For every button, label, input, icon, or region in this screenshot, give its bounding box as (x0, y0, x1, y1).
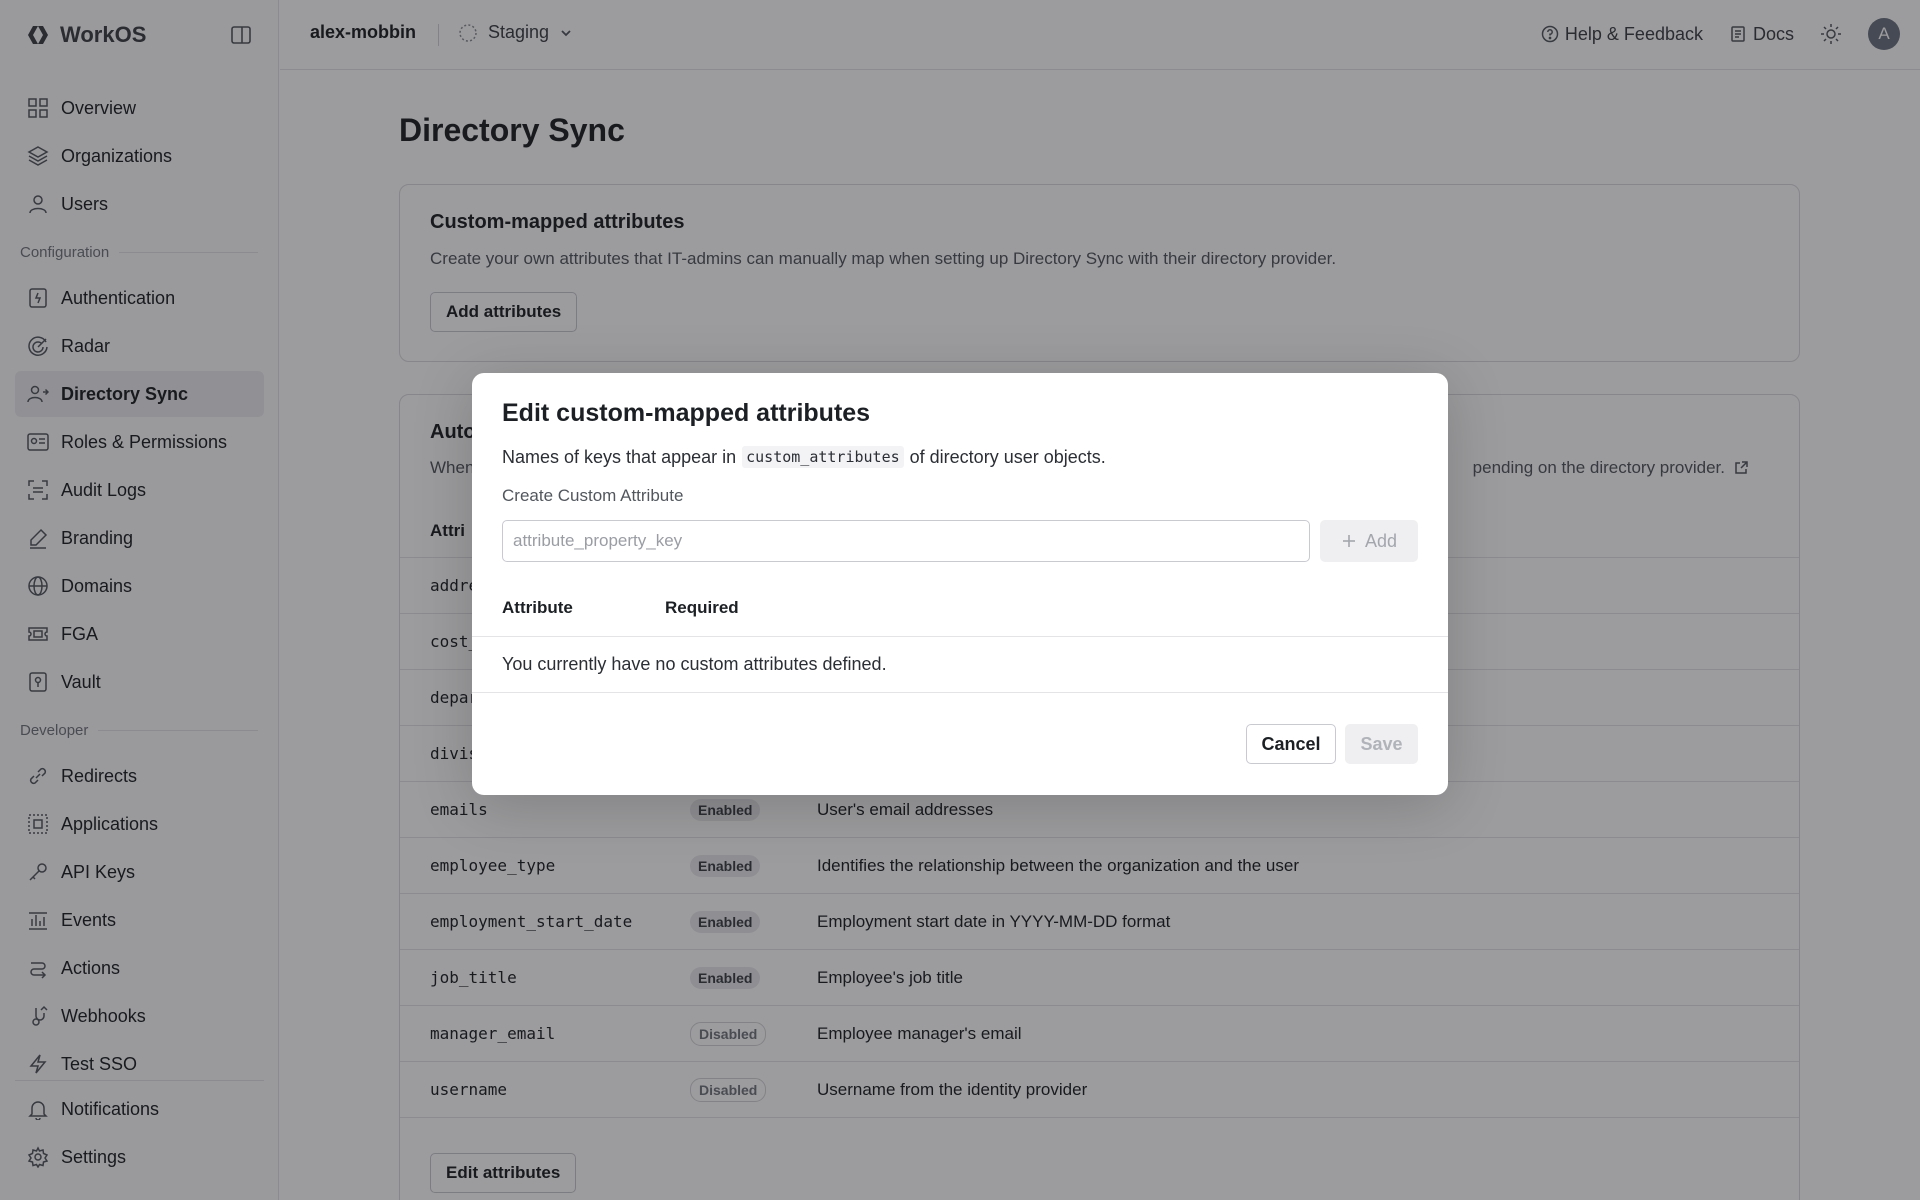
modal-title: Edit custom-mapped attributes (502, 399, 871, 427)
attribute-key-input[interactable] (502, 520, 1310, 562)
description-text: of directory user objects. (909, 446, 1106, 467)
save-button[interactable]: Save (1345, 724, 1418, 764)
plus-icon (1342, 535, 1355, 547)
empty-state-text: You currently have no custom attributes … (502, 654, 887, 674)
cancel-button[interactable]: Cancel (1246, 724, 1336, 764)
add-attribute-button[interactable]: Add (1320, 520, 1418, 562)
attribute-column-header: Attribute (502, 598, 573, 617)
edit-attributes-modal: Edit custom-mapped attributes Names of k… (472, 373, 1448, 795)
footer-divider (472, 692, 1448, 693)
description-text: Names of keys that appear in (502, 446, 737, 467)
add-label: Add (1364, 530, 1398, 551)
create-attribute-label: Create Custom Attribute (502, 486, 684, 505)
required-column-header: Required (665, 598, 739, 617)
table-divider (472, 636, 1448, 637)
modal-description: Names of keys that appear in custom_attr… (502, 446, 1106, 468)
custom-attributes-code: custom_attributes (742, 446, 904, 468)
